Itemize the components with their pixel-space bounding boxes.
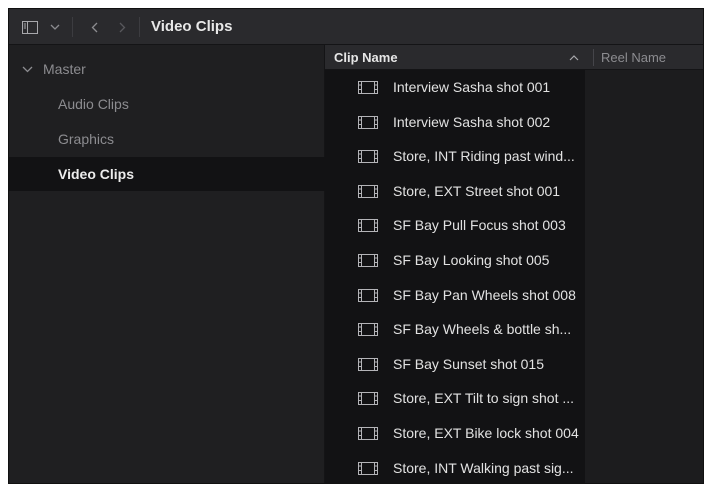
video-clip-icon [358, 115, 378, 129]
bin-label: Audio Clips [58, 96, 129, 112]
clip-name-label: SF Bay Looking shot 005 [393, 252, 550, 268]
clip-row[interactable]: Interview Sasha shot 002 [325, 104, 585, 139]
bin-label: Master [43, 61, 86, 77]
bin-list: Master Audio Clips Graphics Video Clips [9, 45, 325, 483]
clip-name-label: Store, EXT Bike lock shot 004 [393, 425, 579, 441]
chevron-down-icon[interactable] [22, 52, 34, 86]
clip-row[interactable]: SF Bay Pull Focus shot 003 [325, 208, 585, 243]
clip-name-label: Store, EXT Tilt to sign shot ... [393, 390, 575, 407]
clip-name-label: Store, INT Riding past wind... [393, 148, 575, 165]
media-pool-toolbar: Video Clips [9, 9, 703, 45]
clip-row[interactable]: Store, INT Riding past wind... [325, 139, 585, 174]
clip-row[interactable]: Store, EXT Bike lock shot 004 [325, 416, 585, 450]
toolbar-divider [139, 17, 140, 37]
clip-row[interactable]: Interview Sasha shot 001 [325, 70, 585, 104]
current-bin-title: Video Clips [151, 18, 233, 35]
bin-item-master[interactable]: Master [9, 52, 325, 86]
clip-row[interactable]: SF Bay Sunset shot 015 [325, 346, 585, 381]
video-clip-icon [358, 219, 378, 233]
video-clip-icon [358, 184, 378, 198]
chevron-down-icon [50, 24, 60, 30]
bin-label: Graphics [58, 131, 115, 147]
chevron-right-icon [119, 22, 125, 32]
bin-label: Video Clips [58, 166, 134, 182]
bin-item-graphics[interactable]: Graphics [9, 122, 325, 156]
video-clip-icon [358, 427, 378, 440]
video-clip-icon [358, 357, 378, 371]
sort-ascending-icon[interactable] [569, 45, 579, 70]
clip-name-label: SF Bay Pull Focus shot 003 [393, 217, 566, 234]
bin-item-video-clips[interactable]: Video Clips [9, 157, 325, 191]
clip-row[interactable]: Store, EXT Street shot 001 [325, 173, 585, 208]
back-button[interactable] [85, 9, 103, 45]
clip-row[interactable]: SF Bay Looking shot 005 [325, 243, 585, 277]
video-clip-icon [358, 288, 378, 302]
chevron-left-icon [91, 22, 97, 32]
reel-name-column [585, 70, 703, 483]
clip-list: Clip Name Reel Name Interview Sasha shot… [325, 45, 703, 483]
video-clip-icon [358, 392, 378, 406]
media-pool-panel: Video Clips Master Audio Clips Graphics … [8, 8, 704, 484]
clip-row[interactable]: SF Bay Wheels & bottle sh... [325, 312, 585, 347]
clip-list-header: Clip Name Reel Name [325, 45, 703, 70]
toolbar-divider [72, 17, 73, 37]
clip-name-label: Interview Sasha shot 001 [393, 79, 551, 95]
clip-name-label: Store, INT Walking past sig... [393, 459, 574, 476]
clip-name-label: SF Bay Pan Wheels shot 008 [393, 286, 576, 303]
bin-item-audio-clips[interactable]: Audio Clips [9, 87, 325, 121]
panel-layout-button[interactable] [17, 9, 43, 45]
video-clip-icon [358, 323, 378, 337]
clip-row[interactable]: SF Bay Pan Wheels shot 008 [325, 277, 585, 312]
column-header-reel-name[interactable]: Reel Name [601, 45, 666, 70]
clip-name-label: SF Bay Wheels & bottle sh... [393, 321, 572, 338]
clip-name-label: Interview Sasha shot 002 [393, 113, 551, 130]
forward-button[interactable] [113, 9, 131, 45]
video-clip-icon [358, 81, 378, 94]
clip-row[interactable]: Store, EXT Tilt to sign shot ... [325, 381, 585, 416]
clip-name-label: SF Bay Sunset shot 015 [393, 355, 544, 372]
column-resize-handle[interactable] [593, 49, 594, 66]
video-clip-icon [358, 254, 378, 267]
clip-row[interactable]: Store, INT Walking past sig... [325, 450, 585, 483]
sidebar-toggle-icon [22, 20, 38, 34]
video-clip-icon [358, 461, 378, 475]
column-header-clip-name[interactable]: Clip Name [334, 45, 398, 70]
video-clip-icon [358, 150, 378, 164]
clip-name-label: Store, EXT Street shot 001 [393, 182, 561, 199]
layout-dropdown-button[interactable] [47, 9, 63, 45]
